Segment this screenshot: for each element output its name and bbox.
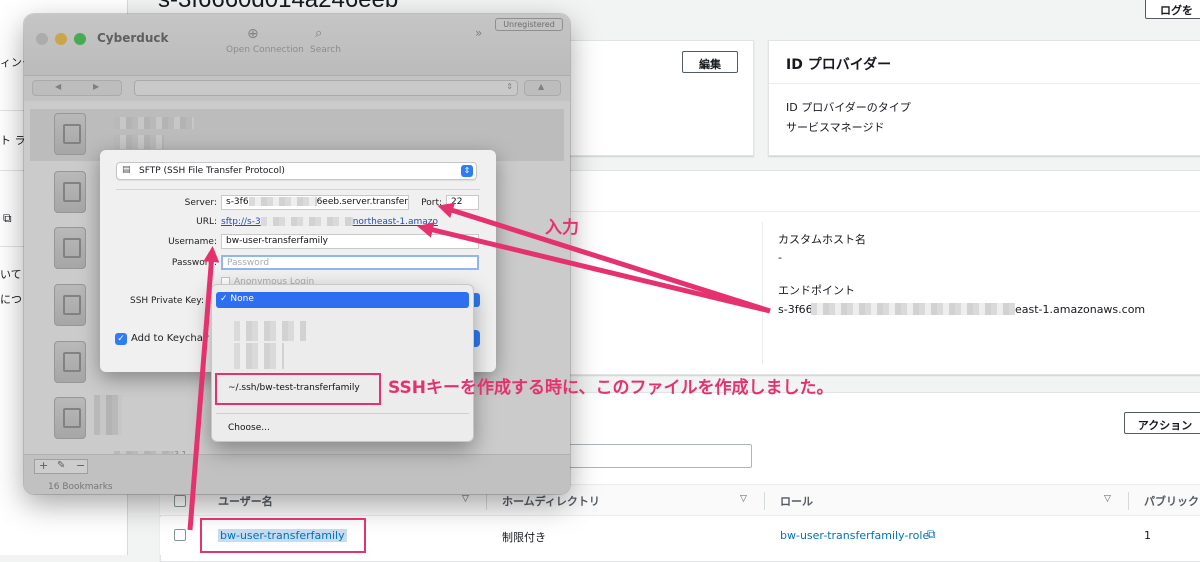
annotation-ssh-note: SSHキーを作成する時に、このファイルを作成しました。	[388, 378, 834, 398]
annotation-arrows	[187, 202, 771, 531]
annotation-username-box	[200, 518, 366, 553]
arrow-to-server-field	[437, 202, 771, 314]
arrow-to-username-field	[187, 246, 220, 531]
arrow-to-url-field	[417, 222, 771, 314]
annotation-input-note: 入力	[545, 218, 579, 238]
annotation-key-file-box	[215, 373, 381, 405]
